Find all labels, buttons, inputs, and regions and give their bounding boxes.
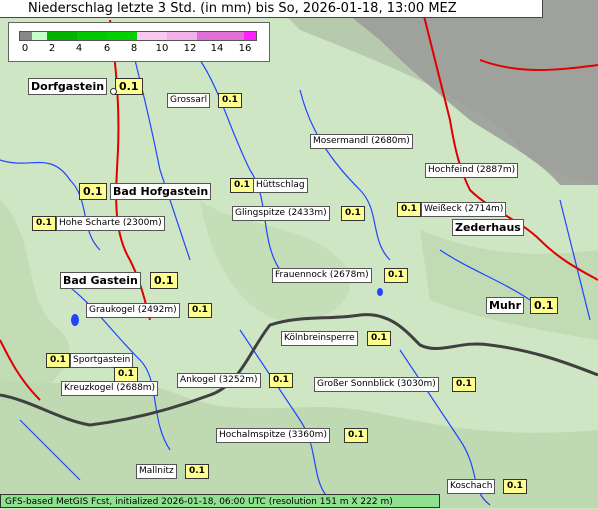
legend-segment [77,32,107,40]
precip-value-hochalmspitze: 0.1 [344,428,368,443]
precip-value-muhr: 0.1 [530,297,558,314]
place-label-sonnblick: Großer Sonnblick (3030m) [314,377,439,392]
place-label-kreuzkogel: Kreuzkogel (2688m) [61,381,159,396]
place-label-bad-hofgastein: Bad Hofgastein [110,183,212,200]
precip-value-sonnblick: 0.1 [452,377,476,392]
legend-tick: 10 [155,43,169,54]
legend-tick: 4 [75,43,83,54]
precip-value-ankogel: 0.1 [269,373,293,388]
legend-tick: 6 [103,43,111,54]
precip-value-graukogel: 0.1 [188,303,212,318]
place-label-mosermandl: Mosermandl (2680m) [310,134,413,149]
precip-value-bad-hofgastein: 0.1 [79,183,107,200]
place-label-mallnitz: Mallnitz [136,464,177,479]
place-label-hochalmspitze: Hochalmspitze (3360m) [216,428,330,443]
legend-segment [32,32,47,40]
place-label-frauennock: Frauennock (2678m) [272,268,372,283]
legend-segment [197,32,244,40]
legend-tick: 16 [238,43,252,54]
legend-segment [47,32,77,40]
precip-value-kreuzkogel: 0.1 [114,367,138,382]
legend-tick: 0 [21,43,29,54]
place-label-sportgastein: Sportgastein [70,353,134,368]
precip-value-koschach: 0.1 [503,479,527,494]
place-label-hohe-scharte: Hohe Scharte (2300m) [56,216,165,231]
place-marker [110,88,117,95]
legend-segment [107,32,137,40]
place-label-zederhaus: Zederhaus [452,219,524,236]
place-label-ankogel: Ankogel (3252m) [177,373,261,388]
place-label-bad-gastein: Bad Gastein [60,272,141,289]
legend-segment [20,32,32,40]
precip-value-bad-gastein: 0.1 [150,272,178,289]
place-label-muhr: Muhr [486,297,525,314]
precip-value-sportgastein: 0.1 [46,353,70,368]
precip-value-dorfgastein: 0.1 [115,78,143,95]
precip-value-mallnitz: 0.1 [185,464,209,479]
forecast-footer: GFS-based MetGIS Fcst, initialized 2026-… [0,494,440,508]
place-label-grossarl: Grossarl [167,93,211,108]
legend-tick: 12 [183,43,197,54]
place-label-koschach: Koschach [447,479,496,494]
legend-tick: 14 [210,43,224,54]
precip-value-hohe-scharte: 0.1 [32,216,56,231]
precip-value-huettschlag: 0.1 [230,178,254,193]
precip-value-glingspitze: 0.1 [341,206,365,221]
place-label-glingspitze: Glingspitze (2433m) [232,206,330,221]
precip-value-frauennock: 0.1 [384,268,408,283]
legend-tick: 8 [130,43,138,54]
place-label-hochfeind: Hochfeind (2887m) [425,163,519,178]
place-label-weisseck: Weißeck (2714m) [421,202,507,217]
precip-value-weisseck: 0.1 [397,202,421,217]
precip-value-grossarl: 0.1 [218,93,242,108]
map-title: Niederschlag letzte 3 Std. (in mm) bis S… [0,0,543,18]
legend-segment [244,32,256,40]
place-label-koelnbreinsperre: Kölnbreinsperre [281,331,358,346]
legend-segment [167,32,197,40]
place-label-graukogel: Graukogel (2492m) [86,303,180,318]
legend-color-bar [19,31,257,41]
place-label-dorfgastein: Dorfgastein [28,78,108,95]
precip-value-koelnbreinsperre: 0.1 [367,331,391,346]
legend-segment [137,32,167,40]
precipitation-legend: 0 2 4 6 8 10 12 14 16 [8,22,270,62]
place-label-huettschlag: Hüttschlag [253,178,308,193]
legend-tick: 2 [48,43,56,54]
